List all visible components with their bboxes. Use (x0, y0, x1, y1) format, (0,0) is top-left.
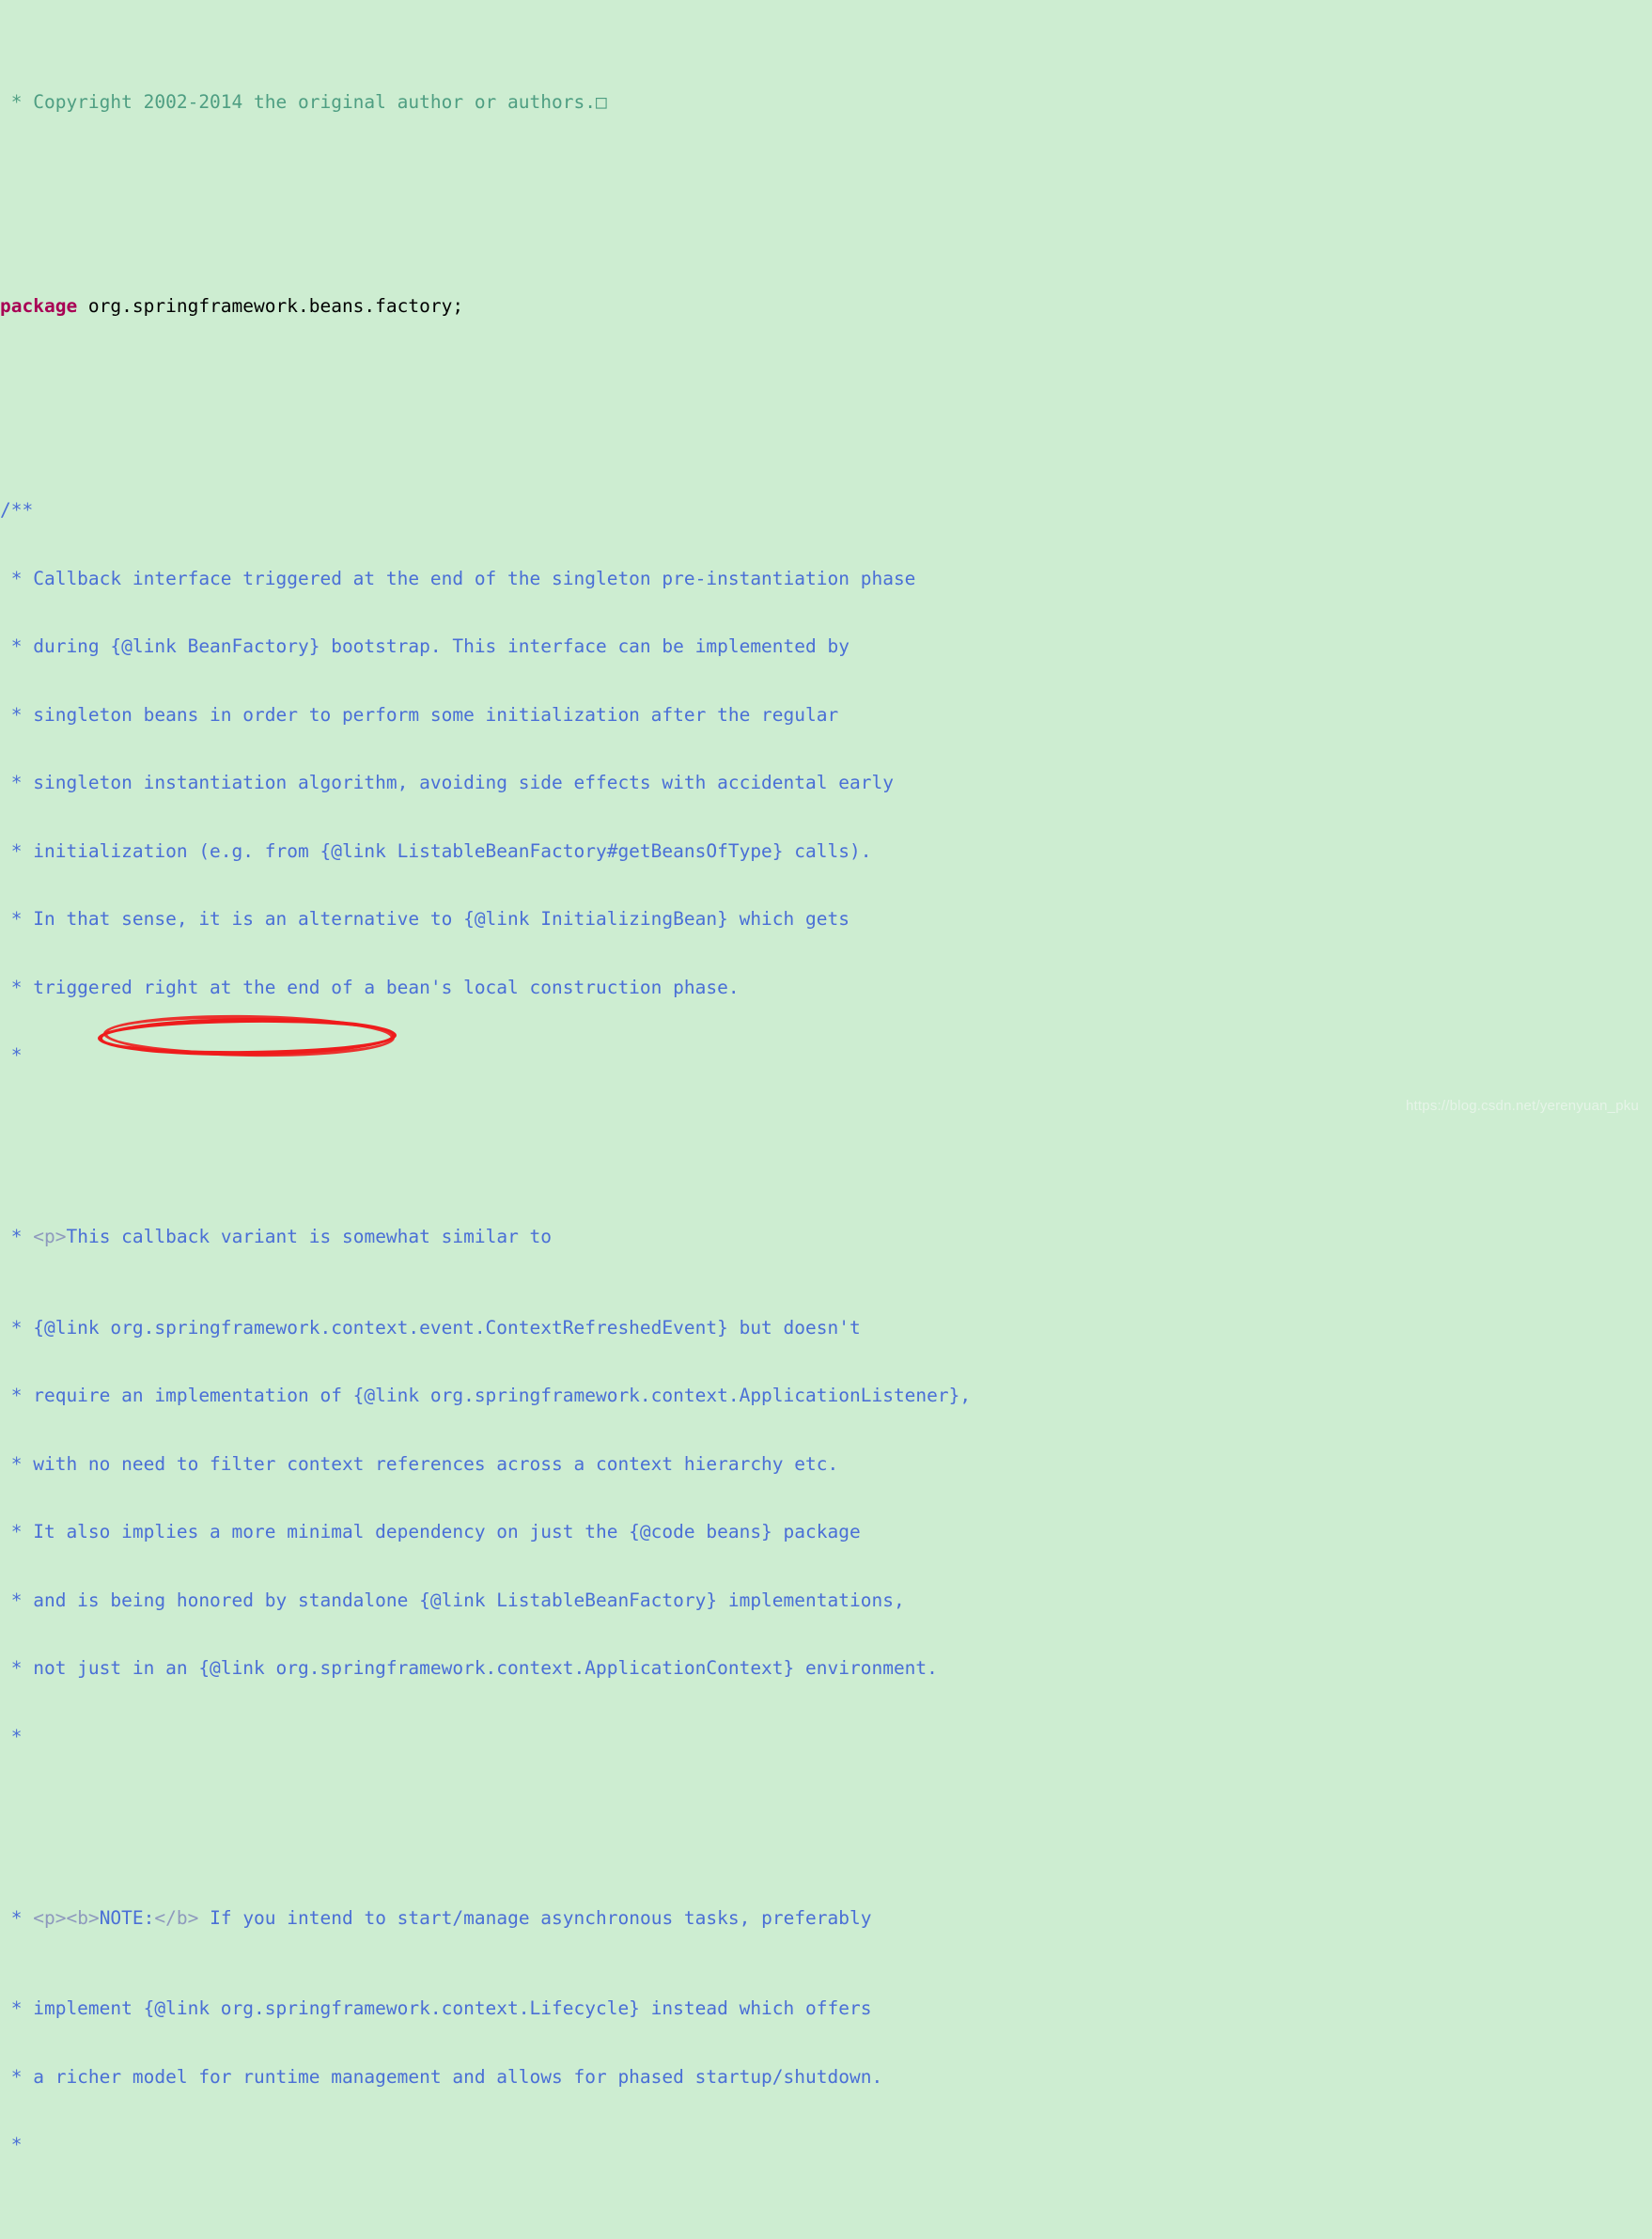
watermark-url: https://blog.csdn.net/yerenyuan_pku (1406, 1098, 1639, 1114)
code-line-javadoc-p: * <p>This callback variant is somewhat s… (0, 1226, 1652, 1248)
code-line-javadoc: * initialization (e.g. from {@link Lista… (0, 840, 1652, 863)
code-line-javadoc: * a richer model for runtime management … (0, 2066, 1652, 2089)
code-line-javadoc: * implement {@link org.springframework.c… (0, 1997, 1652, 2020)
javadoc-text: * not just in an {@link org.springframew… (0, 1657, 938, 1680)
javadoc-text: * and is being honored by standalone {@l… (0, 1589, 905, 1611)
code-line-javadoc: * It also implies a more minimal depende… (0, 1521, 1652, 1543)
package-keyword: package (0, 295, 78, 317)
javadoc-text: * (0, 2134, 23, 2156)
code-line-javadoc: * triggered right at the end of a bean's… (0, 977, 1652, 999)
javadoc-text: * {@link org.springframework.context.eve… (0, 1316, 861, 1339)
note-label: NOTE: (99, 1906, 155, 1929)
javadoc-text: * It also implies a more minimal depende… (0, 1521, 861, 1543)
javadoc-text: * triggered right at the end of a bean's… (0, 976, 740, 998)
javadoc-open: /** (0, 499, 34, 522)
code-line-javadoc: * Callback interface triggered at the en… (0, 568, 1652, 590)
trailing-control-glyph: □ (595, 90, 607, 113)
javadoc-text: * In that sense, it is an alternative to… (0, 908, 849, 931)
code-line-javadoc-note: * <p><b>NOTE:</b> If you intend to start… (0, 1907, 1652, 1930)
javadoc-text: * singleton instantiation algorithm, avo… (0, 772, 894, 794)
code-line-javadoc: * and is being honored by standalone {@l… (0, 1589, 1652, 1612)
code-line-javadoc: * singleton instantiation algorithm, avo… (0, 772, 1652, 794)
code-line-javadoc: * singleton beans in order to perform so… (0, 704, 1652, 727)
code-line-javadoc: * require an implementation of {@link or… (0, 1385, 1652, 1407)
javadoc-text: * Callback interface triggered at the en… (0, 567, 916, 589)
code-line-package: package org.springframework.beans.factor… (0, 295, 1652, 318)
code-editor-viewport[interactable]: * Copyright 2002-2014 the original autho… (0, 0, 1652, 2155)
code-line-javadoc: * (0, 1044, 1652, 1067)
javadoc-text: If you intend to start/manage asynchrono… (198, 1906, 872, 1929)
javadoc-text: * with no need to filter context referen… (0, 1452, 839, 1475)
javadoc-text: * (0, 1725, 23, 1747)
javadoc-text: * (0, 1044, 23, 1066)
javadoc-asterisk: * (0, 1906, 34, 1929)
code-line-javadoc: * during {@link BeanFactory} bootstrap. … (0, 635, 1652, 658)
code-line-javadoc: * In that sense, it is an alternative to… (0, 908, 1652, 931)
code-line-javadoc: * (0, 2134, 1652, 2156)
code-line-javadoc: * {@link org.springframework.context.eve… (0, 1317, 1652, 1339)
html-b-close-tag: </b> (154, 1906, 199, 1929)
javadoc-text: * initialization (e.g. from {@link Lista… (0, 839, 872, 862)
source-code[interactable]: * Copyright 2002-2014 the original autho… (0, 0, 1652, 2239)
code-line-javadoc: * with no need to filter context referen… (0, 1453, 1652, 1476)
code-line-javadoc: * (0, 1726, 1652, 1748)
html-p-tag: <p> (33, 1226, 67, 1248)
javadoc-text: This callback variant is somewhat simila… (66, 1226, 553, 1248)
code-line-javadoc-open: /** (0, 499, 1652, 522)
javadoc-text: * implement {@link org.springframework.c… (0, 1997, 872, 2020)
javadoc-text: * singleton beans in order to perform so… (0, 703, 839, 726)
javadoc-asterisk: * (0, 1226, 34, 1248)
javadoc-text: * require an implementation of {@link or… (0, 1385, 972, 1407)
javadoc-text: * during {@link BeanFactory} bootstrap. … (0, 635, 849, 658)
code-line-copyright: * Copyright 2002-2014 the original autho… (0, 91, 1652, 114)
javadoc-text: * a richer model for runtime management … (0, 2065, 883, 2088)
package-name: org.springframework.beans.factory; (77, 295, 464, 317)
code-line-javadoc: * not just in an {@link org.springframew… (0, 1657, 1652, 1680)
copyright-comment: * Copyright 2002-2014 the original autho… (0, 90, 596, 113)
html-p-b-tag: <p><b> (33, 1906, 100, 1929)
